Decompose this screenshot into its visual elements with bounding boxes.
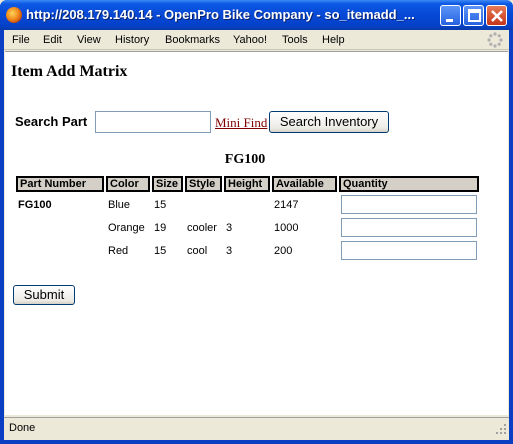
cell-height: 3 <box>226 244 233 257</box>
quantity-input[interactable] <box>341 195 477 214</box>
header-height: Height <box>224 176 270 192</box>
item-matrix-table: Part Number Color Size Style Height Avai… <box>14 174 481 263</box>
close-button[interactable] <box>486 5 507 26</box>
cell-style: cooler <box>187 221 217 234</box>
cell-size: 19 <box>154 221 167 234</box>
cell-size: 15 <box>154 244 167 257</box>
cell-available: 2147 <box>274 198 299 211</box>
cell-part-number: FG100 <box>18 198 52 211</box>
header-style: Style <box>185 176 222 192</box>
menu-yahoo[interactable]: Yahoo! <box>233 34 267 48</box>
search-part-input[interactable] <box>95 111 211 133</box>
minimize-button[interactable] <box>440 5 461 26</box>
quantity-input[interactable] <box>341 218 477 237</box>
cell-color: Red <box>108 244 129 257</box>
table-row: Red 15 cool 3 200 <box>16 240 479 261</box>
search-part-label: Search Part <box>15 114 88 129</box>
close-icon <box>491 10 503 22</box>
menu-bookmarks[interactable]: Bookmarks <box>165 34 220 48</box>
menu-bar: File Edit View History Bookmarks Yahoo! … <box>4 30 509 50</box>
cell-quantity <box>339 240 479 261</box>
menu-view[interactable]: View <box>77 34 101 48</box>
cell-quantity <box>339 217 479 238</box>
firefox-icon <box>6 7 22 23</box>
header-part-number: Part Number <box>16 176 104 192</box>
table-row: Orange 19 cooler 3 1000 <box>16 217 479 238</box>
menu-file[interactable]: File <box>12 34 30 48</box>
header-available: Available <box>272 176 337 192</box>
title-bar[interactable]: http://208.179.140.14 - OpenPro Bike Com… <box>0 0 513 30</box>
cell-quantity <box>339 194 479 215</box>
cell-size: 15 <box>154 198 167 211</box>
cell-color: Orange <box>108 221 145 234</box>
cell-style: cool <box>187 244 208 257</box>
menu-history[interactable]: History <box>115 34 149 48</box>
cell-available: 200 <box>274 244 293 257</box>
cell-style <box>185 194 222 215</box>
header-color: Color <box>106 176 150 192</box>
cell-part-number <box>16 217 104 238</box>
header-size: Size <box>152 176 183 192</box>
table-header-row: Part Number Color Size Style Height Avai… <box>16 176 479 192</box>
mini-find-link[interactable]: Mini Find <box>215 115 267 131</box>
search-inventory-button[interactable]: Search Inventory <box>269 111 389 133</box>
cell-available: 1000 <box>274 221 299 234</box>
header-quantity: Quantity <box>339 176 479 192</box>
resize-grip-icon[interactable] <box>495 423 507 435</box>
page-content: Item Add Matrix Search Part Mini Find Se… <box>5 51 508 415</box>
menu-tools[interactable]: Tools <box>282 34 308 48</box>
throbber-icon <box>487 32 503 48</box>
status-text: Done <box>9 422 36 434</box>
page-title: Item Add Matrix <box>11 63 128 80</box>
menu-help[interactable]: Help <box>322 34 345 48</box>
cell-height <box>224 194 270 215</box>
submit-button[interactable]: Submit <box>13 285 75 305</box>
minimize-icon <box>446 19 453 22</box>
maximize-button[interactable] <box>463 5 484 26</box>
table-row: FG100 Blue 15 2147 <box>16 194 479 215</box>
window-body: File Edit View History Bookmarks Yahoo! … <box>4 30 509 440</box>
status-bar: Done <box>4 417 509 437</box>
quantity-input[interactable] <box>341 241 477 260</box>
cell-color: Blue <box>108 198 131 211</box>
matrix-heading: FG100 <box>224 152 266 167</box>
maximize-icon <box>468 9 481 22</box>
window-title: http://208.179.140.14 - OpenPro Bike Com… <box>26 7 415 22</box>
menu-edit[interactable]: Edit <box>43 34 62 48</box>
cell-part-number <box>16 240 104 261</box>
browser-window: http://208.179.140.14 - OpenPro Bike Com… <box>0 0 513 444</box>
cell-height: 3 <box>226 221 233 234</box>
